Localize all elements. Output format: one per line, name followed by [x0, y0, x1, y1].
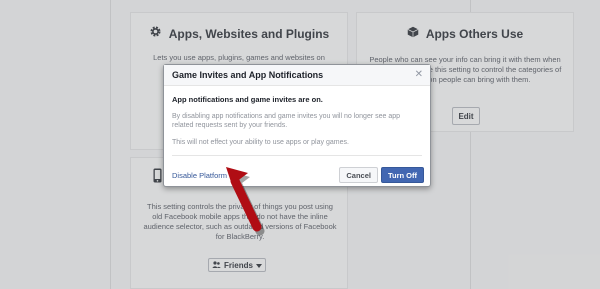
cancel-button[interactable]: Cancel — [339, 167, 378, 183]
dialog-paragraph: This will not effect your ability to use… — [172, 139, 349, 146]
dialog-title: Game Invites and App Notifications — [172, 70, 324, 80]
dialog-paragraph: By disabling app notifications and game … — [172, 113, 401, 129]
close-icon[interactable]: ✕ — [415, 69, 423, 80]
red-arrow — [226, 167, 265, 236]
dialog-footer: Disable Platform Cancel Turn Off — [164, 165, 432, 185]
app-notifications-dialog: Game Invites and App Notifications ✕ App… — [163, 64, 431, 187]
dialog-heading: App notifications and game invites are o… — [172, 95, 323, 104]
dialog-body: App notifications and game invites are o… — [164, 86, 430, 147]
disable-platform-link[interactable]: Disable Platform — [172, 171, 227, 180]
turn-off-button[interactable]: Turn Off — [380, 167, 424, 183]
dialog-buttons: Cancel Turn Off — [339, 167, 424, 183]
dialog-divider — [172, 155, 422, 156]
dialog-header: Game Invites and App Notifications ✕ — [164, 65, 430, 86]
